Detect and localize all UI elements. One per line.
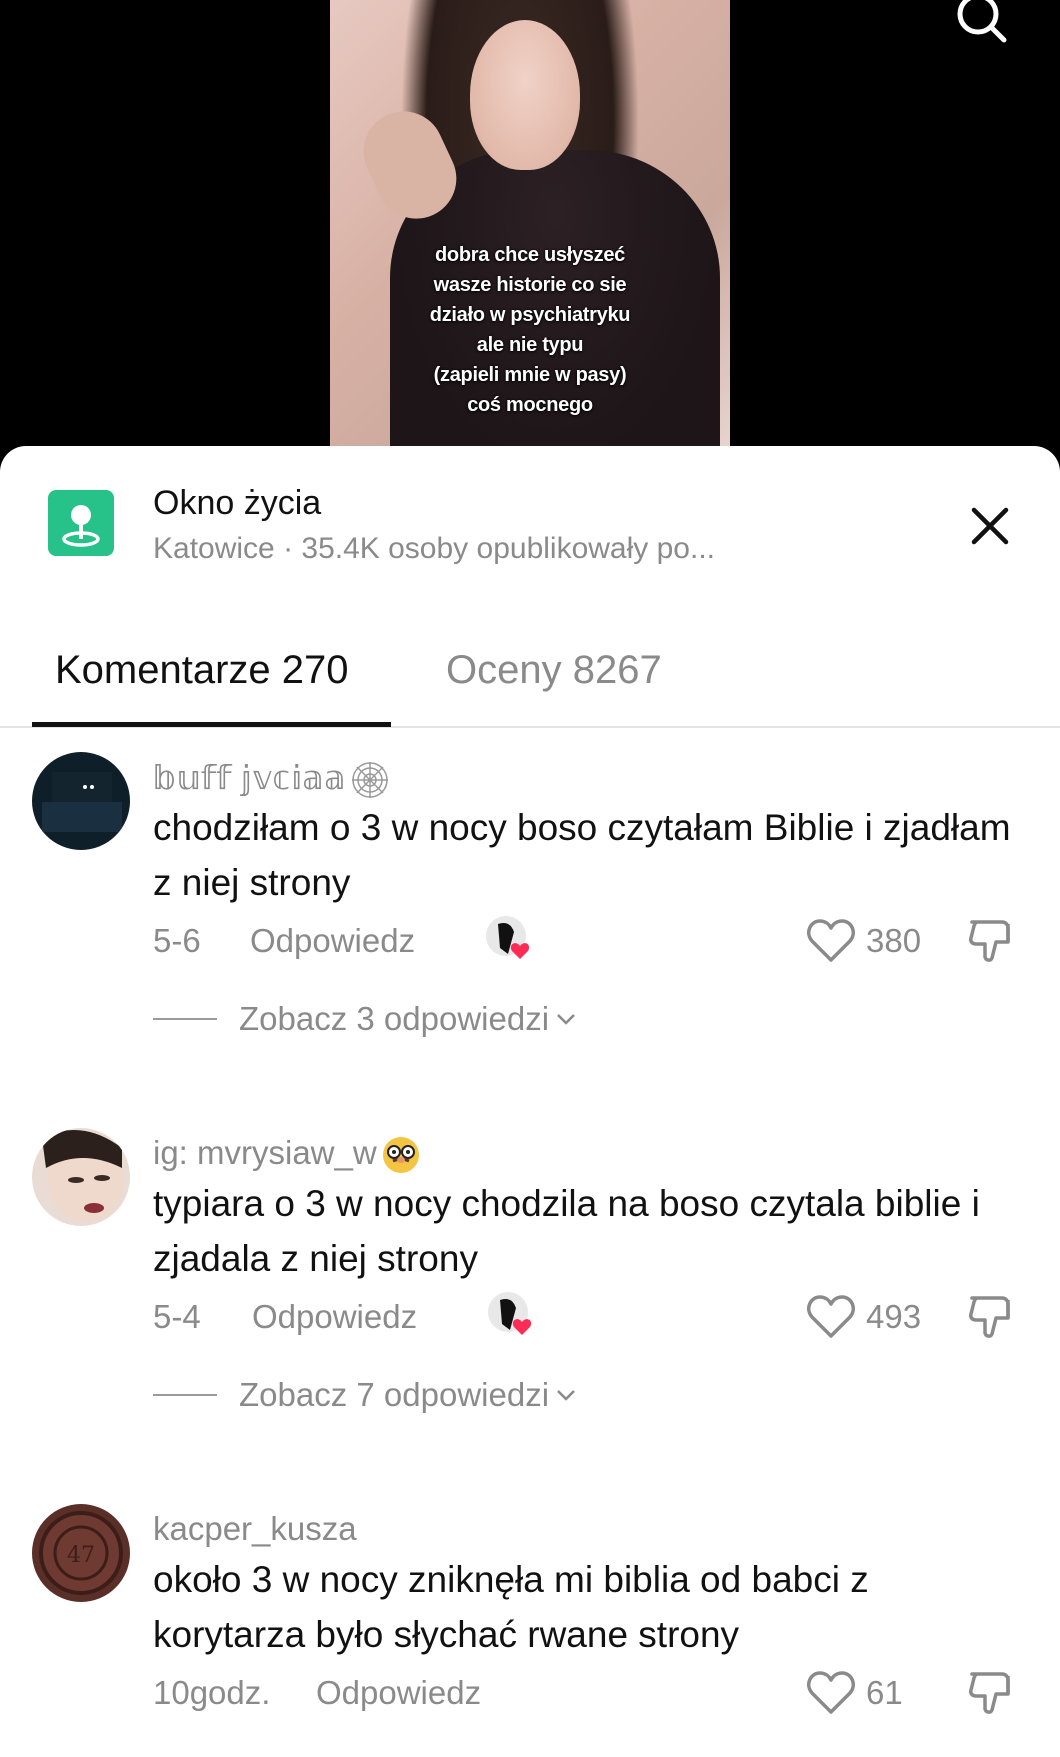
comment-text: typiara o 3 w nocy chodzila na boso czyt… bbox=[153, 1183, 980, 1279]
chevron-down-icon bbox=[553, 1006, 579, 1032]
video-player[interactable]: dobra chce usłyszeć wasze historie co si… bbox=[0, 0, 1060, 470]
caption-line: działo w psychiatryku bbox=[429, 304, 631, 326]
dislike-icon[interactable] bbox=[966, 1666, 1018, 1718]
avatar[interactable] bbox=[32, 1128, 130, 1226]
video-caption: dobra chce usłyszeć wasze historie co si… bbox=[330, 240, 730, 420]
comment-item: ig: mvrysiaw_w typiara o 3 w nocy chodzi… bbox=[0, 1128, 1060, 1458]
comment-date: 5-4 bbox=[153, 1298, 201, 1335]
heart-icon[interactable] bbox=[806, 1294, 856, 1340]
view-replies-button[interactable]: Zobacz 7 odpowiedzi bbox=[153, 1376, 579, 1414]
dislike-icon[interactable] bbox=[966, 914, 1018, 966]
comment-item: 𝕓𝕦𝕗𝕗 𝕛𝕧𝕔𝕚𝕒𝕒 chodziłam o 3 w nocy boso cz… bbox=[0, 752, 1060, 1082]
search-icon[interactable] bbox=[950, 0, 1010, 46]
location-pin-icon bbox=[48, 490, 114, 556]
tab-bar: Komentarze 270 Oceny 8267 bbox=[0, 616, 1060, 728]
view-replies-button[interactable]: Zobacz 3 odpowiedzi bbox=[153, 1000, 579, 1038]
creator-liked-avatar-icon bbox=[484, 914, 538, 968]
caption-line: ale nie typu bbox=[476, 334, 584, 356]
comment-date: 5-6 bbox=[153, 922, 201, 959]
location-subtitle: Katowice · 35.4K osoby opublikowały po..… bbox=[153, 532, 715, 565]
spider-web-icon bbox=[350, 760, 390, 800]
heart-icon[interactable] bbox=[806, 918, 856, 964]
username-text: kacper_kusza bbox=[153, 1510, 357, 1547]
location-title: Okno życia bbox=[153, 484, 322, 522]
location-header[interactable]: Okno życia Katowice · 35.4K osoby opubli… bbox=[0, 446, 1060, 596]
close-icon[interactable] bbox=[962, 498, 1018, 554]
comment-username[interactable]: 𝕓𝕦𝕗𝕗 𝕛𝕧𝕔𝕚𝕒𝕒 bbox=[153, 758, 390, 800]
caption-line: wasze historie co sie bbox=[433, 274, 627, 296]
comment-item: 47 kacper_kusza około 3 w nocy zniknęła … bbox=[0, 1504, 1060, 1757]
reply-button[interactable]: Odpowiedz bbox=[252, 1298, 417, 1336]
comment-username[interactable]: kacper_kusza bbox=[153, 1510, 357, 1548]
comment-username[interactable]: ig: mvrysiaw_w bbox=[153, 1134, 421, 1175]
comment-text: około 3 w nocy zniknęła mi biblia od bab… bbox=[153, 1559, 869, 1655]
video-frame[interactable]: dobra chce usłyszeć wasze historie co si… bbox=[330, 0, 730, 450]
view-replies-label: Zobacz 3 odpowiedzi bbox=[239, 1000, 550, 1037]
creator-liked-avatar-icon bbox=[486, 1290, 540, 1344]
like-count: 493 bbox=[866, 1298, 922, 1335]
video-figure-face bbox=[470, 20, 580, 170]
dislike-icon[interactable] bbox=[966, 1290, 1018, 1342]
username-text: 𝕓𝕦𝕗𝕗 𝕛𝕧𝕔𝕚𝕒𝕒 bbox=[153, 759, 346, 796]
like-count: 380 bbox=[866, 922, 922, 959]
comments-sheet: Okno życia Katowice · 35.4K osoby opubli… bbox=[0, 446, 1060, 1757]
divider-line bbox=[153, 1394, 217, 1396]
caption-line: dobra chce usłyszeć bbox=[435, 244, 625, 266]
tab-ratings[interactable]: Oceny 8267 bbox=[446, 648, 662, 693]
reply-button[interactable]: Odpowiedz bbox=[316, 1674, 481, 1712]
comment-text: chodziłam o 3 w nocy boso czytałam Bibli… bbox=[153, 807, 1011, 903]
svg-text:47: 47 bbox=[67, 1543, 95, 1568]
view-replies-label: Zobacz 7 odpowiedzi bbox=[239, 1376, 550, 1413]
avatar[interactable]: 47 bbox=[32, 1504, 130, 1602]
heart-icon[interactable] bbox=[806, 1670, 856, 1716]
avatar[interactable] bbox=[32, 752, 130, 850]
disguised-face-icon bbox=[381, 1135, 421, 1175]
chevron-down-icon bbox=[553, 1382, 579, 1408]
comment-date: 10godz. bbox=[153, 1674, 271, 1711]
active-tab-indicator bbox=[32, 722, 391, 727]
like-count: 61 bbox=[866, 1674, 903, 1711]
caption-line: coś mocnego bbox=[467, 394, 593, 416]
caption-line: (zapieli mnie w pasy) bbox=[433, 364, 627, 386]
username-text: ig: mvrysiaw_w bbox=[153, 1134, 377, 1171]
divider-line bbox=[153, 1018, 217, 1020]
reply-button[interactable]: Odpowiedz bbox=[250, 922, 415, 960]
tab-comments[interactable]: Komentarze 270 bbox=[55, 648, 349, 693]
